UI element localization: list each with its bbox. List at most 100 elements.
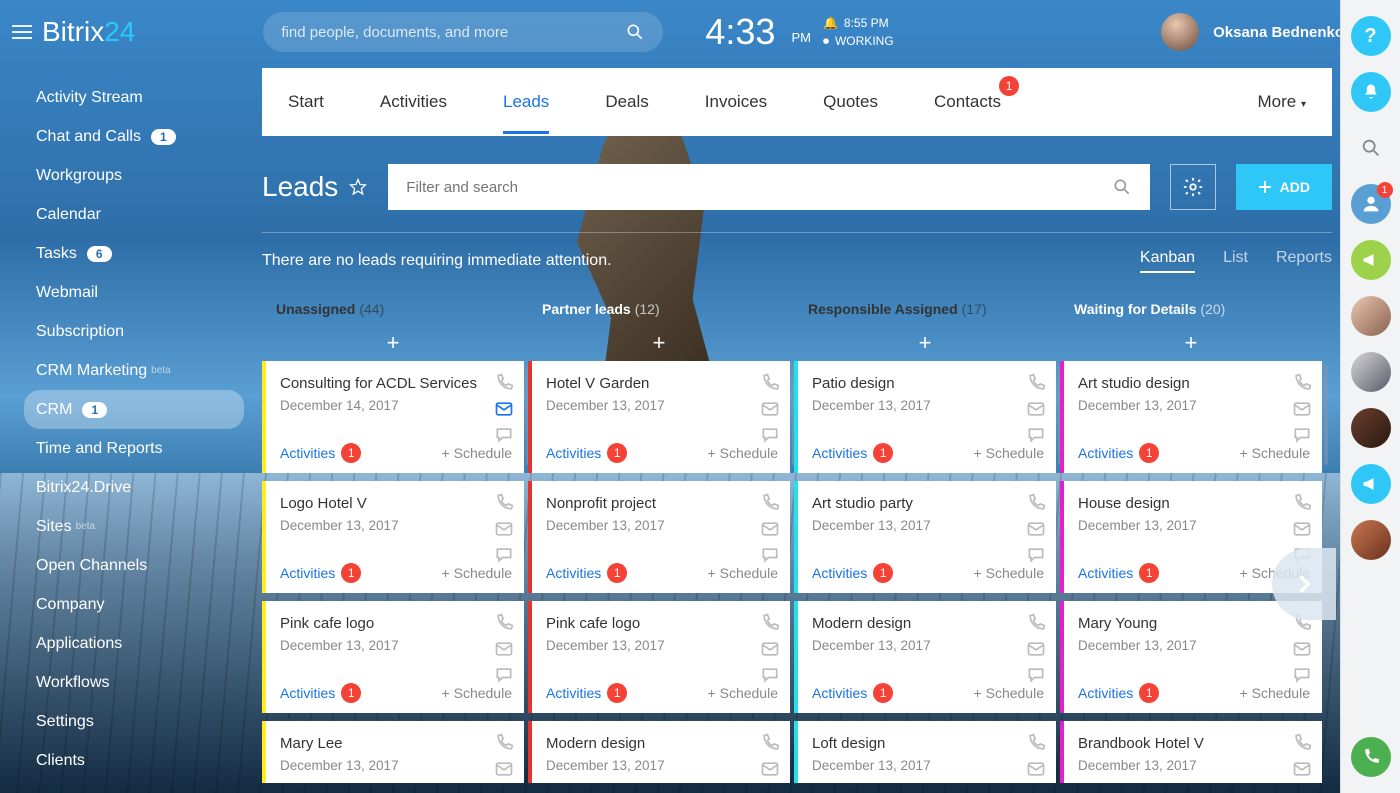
activities-link[interactable]: Activities 1: [812, 563, 893, 583]
activities-link[interactable]: Activities 1: [812, 683, 893, 703]
activities-link[interactable]: Activities 1: [546, 563, 627, 583]
phone-icon[interactable]: [1026, 373, 1046, 393]
chat-icon[interactable]: [1026, 425, 1046, 445]
phone-icon[interactable]: [1292, 373, 1312, 393]
tab-start[interactable]: Start: [288, 70, 324, 134]
mail-icon[interactable]: [1026, 519, 1046, 539]
activities-link[interactable]: Activities 1: [1078, 443, 1159, 463]
phone-icon[interactable]: [760, 733, 780, 753]
sidebar-item-crm-marketing[interactable]: CRM Marketingbeta: [24, 351, 244, 390]
view-kanban[interactable]: Kanban: [1140, 249, 1195, 273]
sidebar-item-subscription[interactable]: Subscription: [24, 312, 244, 351]
add-button[interactable]: ADD: [1236, 164, 1332, 210]
chat-icon[interactable]: [760, 545, 780, 565]
schedule-link[interactable]: + Schedule: [708, 445, 778, 461]
mail-icon[interactable]: [1292, 399, 1312, 419]
sidebar-item-workgroups[interactable]: Workgroups: [24, 156, 244, 195]
chat-icon[interactable]: [494, 545, 514, 565]
phone-icon[interactable]: [494, 373, 514, 393]
sidebar-item-open-channels[interactable]: Open Channels: [24, 546, 244, 585]
lead-card[interactable]: Pink cafe logoDecember 13, 2017Activitie…: [262, 601, 524, 713]
phone-icon[interactable]: [494, 613, 514, 633]
schedule-link[interactable]: + Schedule: [1240, 685, 1310, 701]
schedule-link[interactable]: + Schedule: [1240, 445, 1310, 461]
announce-button-2[interactable]: [1351, 464, 1391, 504]
mail-icon[interactable]: [1292, 759, 1312, 779]
sidebar-item-sites[interactable]: Sitesbeta: [24, 507, 244, 546]
contact-avatar-1[interactable]: [1351, 296, 1391, 336]
global-search[interactable]: [263, 12, 663, 52]
mail-icon[interactable]: [494, 519, 514, 539]
add-card-button[interactable]: +: [528, 325, 790, 361]
schedule-link[interactable]: + Schedule: [442, 565, 512, 581]
help-button[interactable]: ?: [1351, 16, 1391, 56]
chat-icon[interactable]: [1026, 665, 1046, 685]
lead-card[interactable]: Consulting for ACDL ServicesDecember 14,…: [262, 361, 524, 473]
lead-card[interactable]: Loft designDecember 13, 2017: [794, 721, 1056, 783]
lead-card[interactable]: Nonprofit projectDecember 13, 2017Activi…: [528, 481, 790, 593]
filter-search[interactable]: [388, 164, 1149, 210]
sidebar-item-workflows[interactable]: Workflows: [24, 663, 244, 702]
mail-icon[interactable]: [760, 759, 780, 779]
mail-icon[interactable]: [1292, 639, 1312, 659]
column-header-waiting-for-details[interactable]: Waiting for Details (20): [1060, 293, 1322, 325]
tab-contacts[interactable]: Contacts1: [934, 70, 1001, 134]
tab-deals[interactable]: Deals: [605, 70, 648, 134]
sidebar-item-clients[interactable]: Clients: [24, 741, 244, 780]
mail-icon[interactable]: [494, 399, 514, 419]
mail-icon[interactable]: [1026, 759, 1046, 779]
contact-avatar-3[interactable]: [1351, 408, 1391, 448]
chat-icon[interactable]: [1292, 665, 1312, 685]
phone-icon[interactable]: [1026, 493, 1046, 513]
person-button[interactable]: 1: [1351, 184, 1391, 224]
sidebar-item-crm[interactable]: CRM1: [24, 390, 244, 429]
lead-card[interactable]: Modern designDecember 13, 2017Activities…: [794, 601, 1056, 713]
mail-icon[interactable]: [1026, 399, 1046, 419]
chat-icon[interactable]: [760, 425, 780, 445]
mail-icon[interactable]: [494, 639, 514, 659]
sidebar-item-activity-stream[interactable]: Activity Stream: [24, 78, 244, 117]
mail-icon[interactable]: [1292, 519, 1312, 539]
lead-card[interactable]: Hotel V GardenDecember 13, 2017Activitie…: [528, 361, 790, 473]
column-header-unassigned[interactable]: Unassigned (44): [262, 293, 524, 325]
activities-link[interactable]: Activities 1: [280, 443, 361, 463]
filter-input[interactable]: [406, 179, 1111, 196]
phone-icon[interactable]: [494, 493, 514, 513]
tab-quotes[interactable]: Quotes: [823, 70, 878, 134]
announce-button[interactable]: [1351, 240, 1391, 280]
sidebar-item-settings[interactable]: Settings: [24, 702, 244, 741]
sidebar-item-applications[interactable]: Applications: [24, 624, 244, 663]
tab-invoices[interactable]: Invoices: [705, 70, 767, 134]
global-search-input[interactable]: [281, 24, 625, 41]
phone-icon[interactable]: [1292, 733, 1312, 753]
mail-icon[interactable]: [1026, 639, 1046, 659]
activities-link[interactable]: Activities 1: [812, 443, 893, 463]
mail-icon[interactable]: [494, 759, 514, 779]
contact-avatar-2[interactable]: [1351, 352, 1391, 392]
mail-icon[interactable]: [760, 399, 780, 419]
schedule-link[interactable]: + Schedule: [974, 685, 1044, 701]
schedule-link[interactable]: + Schedule: [442, 685, 512, 701]
sidebar-item-calendar[interactable]: Calendar: [24, 195, 244, 234]
sidebar-item-chat-and-calls[interactable]: Chat and Calls1: [24, 117, 244, 156]
chat-icon[interactable]: [1026, 545, 1046, 565]
star-icon[interactable]: [348, 177, 368, 197]
schedule-link[interactable]: + Schedule: [974, 565, 1044, 581]
column-header-partner-leads[interactable]: Partner leads (12): [528, 293, 790, 325]
sidebar-item-time-and-reports[interactable]: Time and Reports: [24, 429, 244, 468]
tab-leads[interactable]: Leads: [503, 70, 549, 134]
notifications-button[interactable]: [1351, 72, 1391, 112]
phone-icon[interactable]: [1292, 493, 1312, 513]
view-reports[interactable]: Reports: [1276, 249, 1332, 273]
user-menu[interactable]: Oksana Bednenko: [1161, 13, 1370, 51]
phone-icon[interactable]: [760, 493, 780, 513]
lead-card[interactable]: Logo Hotel VDecember 13, 2017Activities …: [262, 481, 524, 593]
activities-link[interactable]: Activities 1: [546, 683, 627, 703]
lead-card[interactable]: Art studio designDecember 13, 2017Activi…: [1060, 361, 1322, 473]
schedule-link[interactable]: + Schedule: [708, 565, 778, 581]
phone-icon[interactable]: [1026, 613, 1046, 633]
add-card-button[interactable]: +: [794, 325, 1056, 361]
add-card-button[interactable]: +: [262, 325, 524, 361]
lead-card[interactable]: Mary LeeDecember 13, 2017: [262, 721, 524, 783]
contact-avatar-4[interactable]: [1351, 520, 1391, 560]
